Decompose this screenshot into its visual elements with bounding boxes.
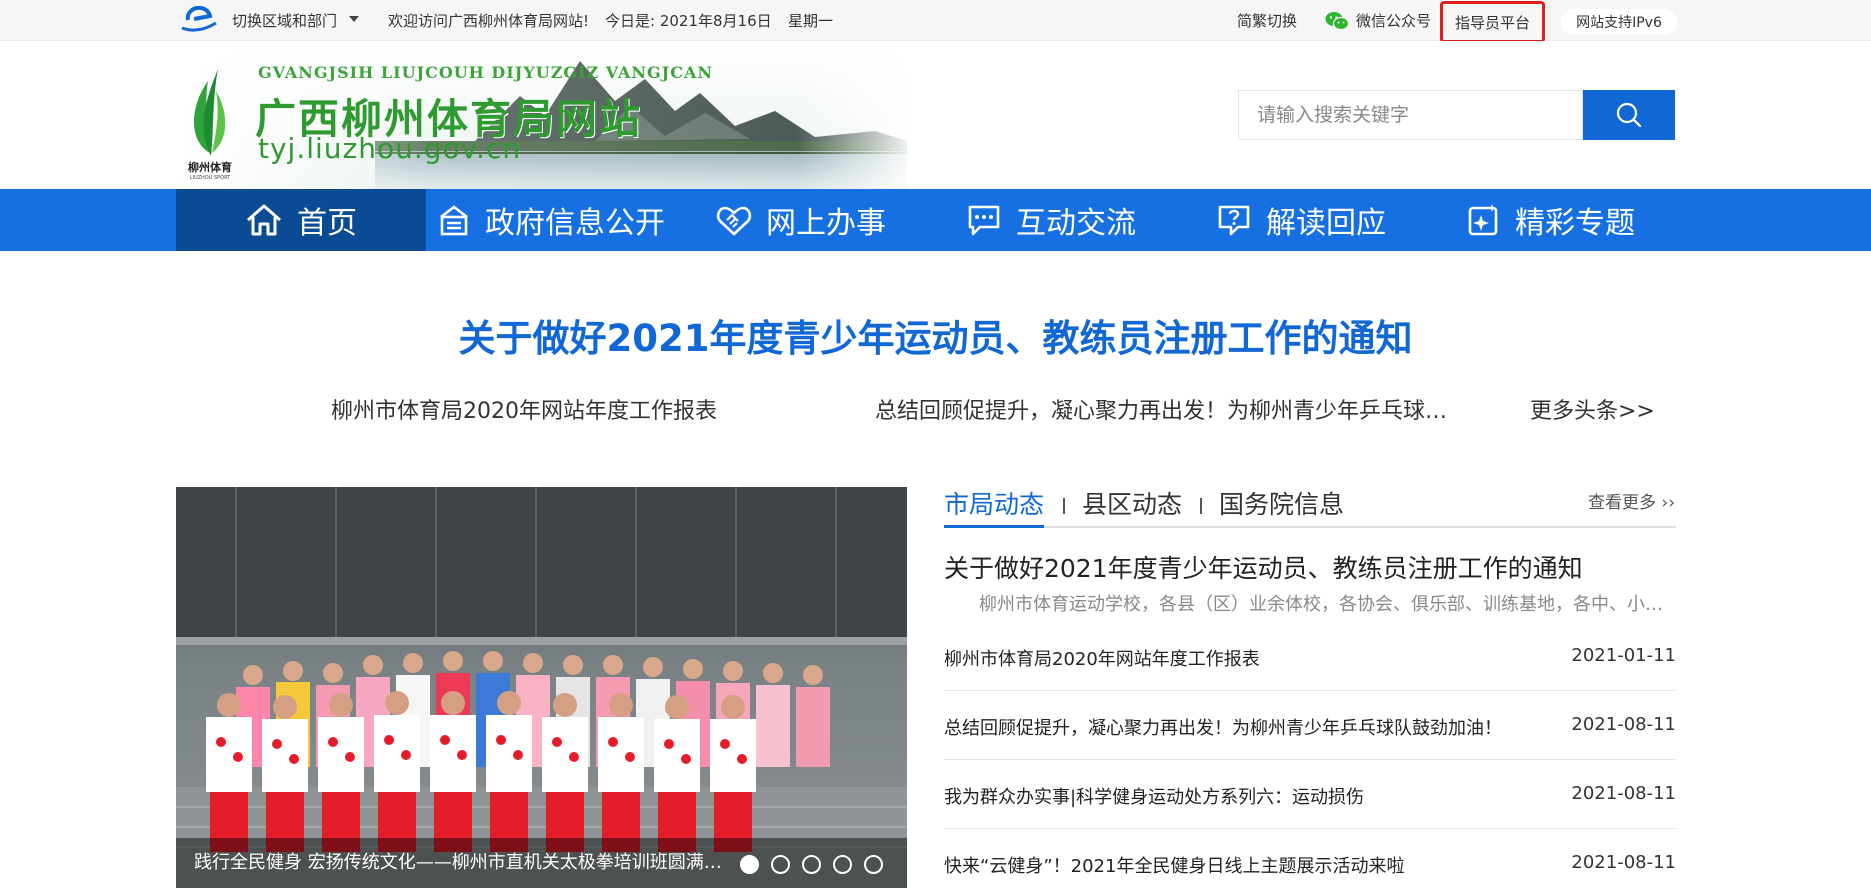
site-header: 柳州体育 LIUZHOU SPORT GVANGJSIH LIUJCOUH DI… xyxy=(0,41,1871,189)
search-input[interactable] xyxy=(1239,91,1582,139)
chat-icon xyxy=(968,205,1000,236)
headline-sub-link-2[interactable]: 总结回顾促提升，凝心聚力再出发！为柳州青少年乒乓球… xyxy=(875,393,1447,425)
nav-label: 互动交流 xyxy=(1016,206,1136,241)
nav-interpretation[interactable]: 解读回应 xyxy=(1216,189,1386,251)
headline-title-link[interactable]: 关于做好2021年度青少年运动员、教练员注册工作的通知 xyxy=(0,308,1871,362)
group-photo-image xyxy=(176,487,907,888)
lead-news-title[interactable]: 关于做好2021年度青少年运动员、教练员注册工作的通知 xyxy=(944,549,1583,585)
wechat-icon[interactable] xyxy=(1325,11,1349,31)
sparkle-icon xyxy=(1468,204,1498,236)
news-title[interactable]: 我为群众办实事|科学健身运动处方系列六：运动损伤 xyxy=(944,783,1364,809)
carousel-dot-2[interactable] xyxy=(771,855,790,874)
carousel-dot-3[interactable] xyxy=(802,855,821,874)
news-tabs: 市局动态 县区动态 国务院信息 xyxy=(944,480,1676,528)
carousel-dot-4[interactable] xyxy=(833,855,852,874)
building-icon xyxy=(440,205,468,236)
news-date: 2021-08-11 xyxy=(1571,852,1676,873)
trad-simp-switch-link[interactable]: 简繁切换 xyxy=(1237,10,1297,31)
nav-label: 精彩专题 xyxy=(1515,206,1635,241)
photo-carousel[interactable]: 践行全民健身 宏扬传统文化——柳州市直机关太极拳培训班圆满结束 xyxy=(176,487,907,888)
guide-platform-link[interactable]: 指导员平台 xyxy=(1440,1,1545,43)
news-title[interactable]: 快来“云健身”！2021年全民健身日线上主题展示活动来啦 xyxy=(944,852,1404,878)
tab-state-council[interactable]: 国务院信息 xyxy=(1219,485,1344,521)
active-tab-indicator xyxy=(944,525,1044,528)
search-box xyxy=(1238,90,1583,140)
chevron-down-icon[interactable] xyxy=(349,16,359,22)
tab-divider xyxy=(1063,498,1065,514)
news-title[interactable]: 总结回顾促提升，凝心聚力再出发！为柳州青少年乒乓球队鼓劲加油！ xyxy=(944,714,1502,740)
lead-news-summary: 柳州市体育运动学校，各县（区）业余体校，各协会、俱乐部、训练基地，各中、小学… xyxy=(979,594,1676,615)
search-icon xyxy=(1616,102,1642,128)
sports-emblem-logo: 柳州体育 LIUZHOU SPORT xyxy=(188,69,232,181)
main-nav: 首页 政府信息公开 网上办事 互动交流 解读回应 精彩专题 xyxy=(0,189,1871,251)
handshake-icon xyxy=(716,206,752,236)
headline-sub-link-1[interactable]: 柳州市体育局2020年网站年度工作报表 xyxy=(331,393,717,425)
news-list-item[interactable]: 我为群众办实事|科学健身运动处方系列六：运动损伤 2021-08-11 xyxy=(944,760,1676,829)
carousel-dot-5[interactable] xyxy=(864,855,883,874)
tab-city-news[interactable]: 市局动态 xyxy=(944,485,1044,521)
emblem-text: 柳州体育 xyxy=(188,160,232,174)
nav-online-services[interactable]: 网上办事 xyxy=(716,189,886,251)
current-weekday: 星期一 xyxy=(788,12,834,30)
welcome-text: 欢迎访问广西柳州体育局网站! xyxy=(388,12,590,30)
region-switch-link[interactable]: 切换区域和部门 xyxy=(232,10,337,31)
nav-label: 首页 xyxy=(297,206,357,241)
ipv6-badge: 网站支持IPv6 xyxy=(1561,9,1677,35)
news-date: 2021-08-11 xyxy=(1571,783,1676,804)
emblem-subtext: LIUZHOU SPORT xyxy=(190,175,231,181)
nav-interaction[interactable]: 互动交流 xyxy=(966,189,1136,251)
home-icon xyxy=(247,204,281,236)
site-pinyin-title: GVANGJSIH LIUJCOUH DIJYUZGIZ VANGJCAN xyxy=(258,63,714,82)
news-title[interactable]: 柳州市体育局2020年网站年度工作报表 xyxy=(944,645,1260,671)
view-more-link[interactable]: 查看更多 ›› xyxy=(1588,488,1675,513)
nav-special-topics[interactable]: 精彩专题 xyxy=(1467,189,1635,251)
news-list-item[interactable]: 总结回顾促提升，凝心聚力再出发！为柳州青少年乒乓球队鼓劲加油！ 2021-08-… xyxy=(944,691,1676,760)
news-date: 2021-08-11 xyxy=(1571,714,1676,735)
current-date: 今日是: 2021年8月16日 xyxy=(605,12,772,30)
news-list-item[interactable]: 快来“云健身”！2021年全民健身日线上主题展示活动来啦 2021-08-11 xyxy=(944,829,1676,890)
question-chat-icon xyxy=(1218,205,1250,236)
nav-label: 解读回应 xyxy=(1266,206,1386,241)
top-bar: 切换区域和部门 欢迎访问广西柳州体育局网站! 今日是: 2021年8月16日 星… xyxy=(0,0,1871,43)
nav-gov-info[interactable]: 政府信息公开 xyxy=(437,189,665,251)
carousel-caption[interactable]: 践行全民健身 宏扬传统文化——柳州市直机关太极拳培训班圆满结束 xyxy=(194,848,734,874)
wechat-account-link[interactable]: 微信公众号 xyxy=(1356,10,1431,31)
search-button[interactable] xyxy=(1583,90,1675,140)
nav-home[interactable]: 首页 xyxy=(176,189,426,251)
news-list-item[interactable]: 柳州市体育局2020年网站年度工作报表 2021-01-11 xyxy=(944,622,1676,691)
site-domain: tyj.liuzhou.gov.cn xyxy=(258,132,522,165)
nav-label: 政府信息公开 xyxy=(485,206,665,241)
news-date: 2021-01-11 xyxy=(1571,645,1676,666)
region-logo-icon xyxy=(181,6,217,32)
more-headlines-link[interactable]: 更多头条>> xyxy=(1530,393,1655,425)
carousel-dot-1[interactable] xyxy=(740,855,759,874)
tab-county-news[interactable]: 县区动态 xyxy=(1082,485,1182,521)
tab-divider xyxy=(1200,498,1202,514)
nav-label: 网上办事 xyxy=(766,206,886,241)
carousel-pagination xyxy=(740,855,883,874)
